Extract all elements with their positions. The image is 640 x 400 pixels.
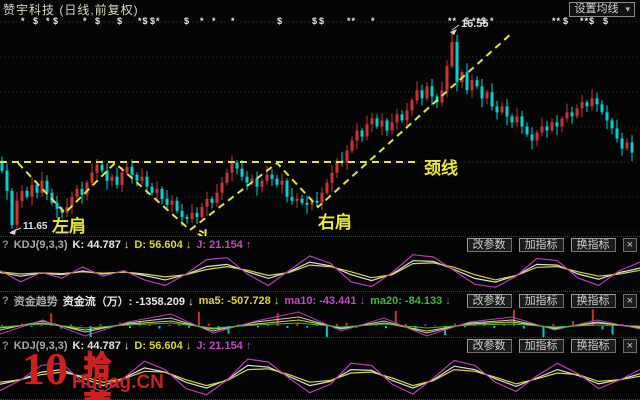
event-marker-icon: $ bbox=[319, 16, 326, 26]
kdj-k-value: K: 44.787 ↓ bbox=[72, 340, 130, 352]
event-marker-icon: $ bbox=[312, 16, 319, 26]
ma-settings-button[interactable]: 设置均线 ▾ bbox=[569, 2, 635, 17]
event-marker-icon: $ bbox=[603, 16, 610, 26]
kdj-k-value: K: 44.787 ↓ bbox=[72, 239, 130, 251]
change-params-button[interactable]: 改参数 bbox=[466, 294, 512, 308]
switch-indicator-button[interactable]: 换指标 bbox=[570, 238, 616, 252]
event-marker-icon: ** bbox=[347, 16, 357, 26]
kdj-d-value: D: 56.604 ↓ bbox=[134, 239, 192, 251]
event-marker-icon: $ bbox=[117, 16, 124, 26]
panel-header: ? 资金趋势 资金流（万）: -1358.209 ↓ ma5: -507.728… bbox=[0, 292, 640, 309]
event-marker-icon: $* bbox=[150, 16, 161, 26]
event-marker-icon: * bbox=[200, 16, 205, 26]
close-panel-button[interactable]: × bbox=[622, 294, 637, 308]
event-marker-icon: * bbox=[46, 16, 51, 26]
indicator-name: KDJ(9,3,3) bbox=[13, 340, 68, 352]
high-price-label: 16.55 bbox=[461, 18, 489, 30]
add-indicator-button[interactable]: 加指标 bbox=[518, 294, 564, 308]
help-icon[interactable]: ? bbox=[2, 340, 9, 352]
event-marker-icon: * bbox=[490, 16, 495, 26]
gridlines bbox=[0, 21, 640, 233]
switch-indicator-button[interactable]: 换指标 bbox=[570, 294, 616, 308]
event-marker-icon: ** bbox=[552, 16, 562, 26]
close-panel-button[interactable]: × bbox=[622, 238, 637, 252]
add-indicator-button[interactable]: 加指标 bbox=[518, 238, 564, 252]
fund-flow-value: 资金流（万）: -1358.209 ↓ bbox=[62, 296, 194, 308]
label-left-shoulder: 左肩 bbox=[52, 217, 86, 236]
switch-indicator-button[interactable]: 换指标 bbox=[570, 339, 616, 353]
event-marker-icon: $ bbox=[563, 16, 570, 26]
trading-app-window: 赞宇科技 (日线,前复权) 设置均线 ▾ * $ * $ * $ $ *$ $* $ * * * $ $ $ *… bbox=[0, 0, 640, 400]
label-neckline: 颈线 bbox=[424, 159, 458, 178]
kdj-j-value: J: 21.154 ↑ bbox=[196, 239, 252, 251]
candlestick-chart bbox=[0, 21, 640, 235]
event-marker-icon: $ bbox=[277, 16, 284, 26]
indicator-name: KDJ(9,3,3) bbox=[13, 239, 68, 251]
fund-ma10-value: ma10: -43.441 ↓ bbox=[284, 295, 366, 307]
main-price-chart[interactable]: 赞宇科技 (日线,前复权) 设置均线 ▾ * $ * $ * $ $ *$ $* $ * * * $ $ $ *… bbox=[0, 0, 640, 248]
ma-settings-label: 设置均线 bbox=[574, 3, 619, 15]
indicator-panel-kdj-lower: ? KDJ(9,3,3) K: 44.787 ↓ D: 56.604 ↓ J: … bbox=[0, 337, 640, 400]
change-params-button[interactable]: 改参数 bbox=[466, 339, 512, 353]
indicator-panel-kdj-upper: ? KDJ(9,3,3) K: 44.787 ↓ D: 56.604 ↓ J: … bbox=[0, 236, 640, 291]
event-marker-icon: *$ bbox=[138, 16, 149, 26]
event-marker-icon: $ bbox=[33, 16, 40, 26]
panel-header: ? KDJ(9,3,3) K: 44.787 ↓ D: 56.604 ↓ J: … bbox=[0, 338, 640, 353]
kdj-chart-upper bbox=[0, 254, 640, 288]
dropdown-caret-icon: ▾ bbox=[625, 4, 630, 14]
add-indicator-button[interactable]: 加指标 bbox=[518, 339, 564, 353]
head-shoulders-trendline bbox=[17, 32, 513, 232]
fund-ma5-value: ma5: -507.728 ↓ bbox=[198, 295, 280, 307]
event-marker-icon: ** bbox=[448, 16, 458, 26]
event-marker-icon: * bbox=[21, 16, 26, 26]
help-icon[interactable]: ? bbox=[2, 295, 9, 307]
fund-ma20-value: ma20: -84.133 ↓ bbox=[370, 295, 451, 307]
panel-header: ? KDJ(9,3,3) K: 44.787 ↓ D: 56.604 ↓ J: … bbox=[0, 237, 640, 252]
event-marker-icon: * bbox=[371, 16, 376, 26]
kdj-d-value: D: 56.604 ↓ bbox=[134, 340, 192, 352]
event-marker-icon: * bbox=[231, 16, 236, 26]
candles bbox=[0, 32, 634, 229]
low-callout-arrowhead bbox=[9, 229, 16, 235]
event-marker-icon: * bbox=[212, 16, 217, 26]
event-marker-icon: * bbox=[83, 16, 88, 26]
help-icon[interactable]: ? bbox=[2, 239, 9, 251]
event-marker-icon: $ bbox=[53, 16, 60, 26]
indicator-panel-fund-flow: ? 资金趋势 资金流（万）: -1358.209 ↓ ma5: -507.728… bbox=[0, 291, 640, 339]
kdj-j-value: J: 21.154 ↑ bbox=[196, 340, 252, 352]
event-marker-icon: $ bbox=[184, 16, 191, 26]
event-marker-icon: **$ bbox=[580, 16, 596, 26]
label-right-shoulder: 右肩 bbox=[318, 213, 352, 232]
close-panel-button[interactable]: × bbox=[622, 339, 637, 353]
event-marker-icon: $ bbox=[95, 16, 102, 26]
change-params-button[interactable]: 改参数 bbox=[466, 238, 512, 252]
low-price-label: 11.65 bbox=[23, 221, 48, 232]
indicator-name: 资金趋势 bbox=[13, 296, 58, 308]
kdj-chart-lower bbox=[0, 358, 640, 396]
high-callout-arrowhead bbox=[450, 29, 457, 35]
